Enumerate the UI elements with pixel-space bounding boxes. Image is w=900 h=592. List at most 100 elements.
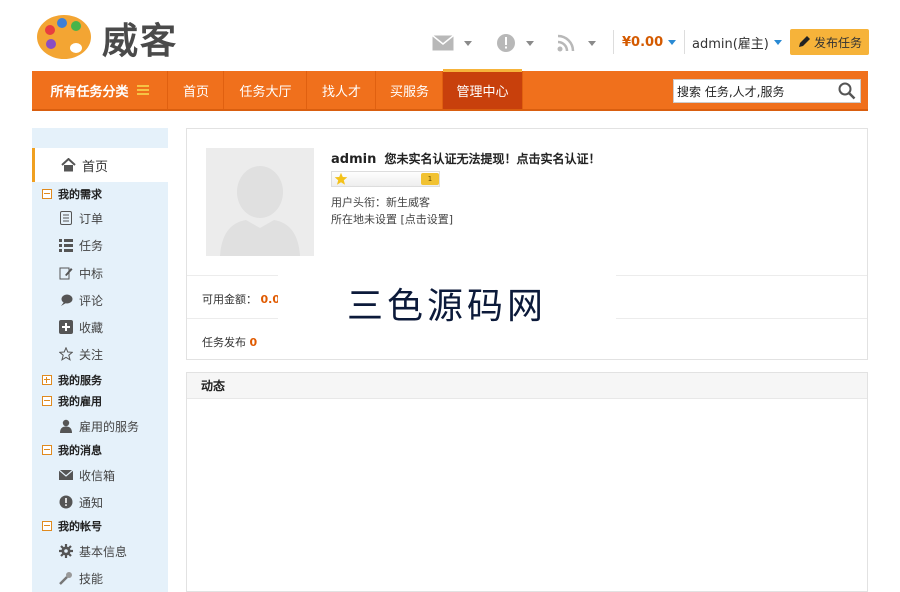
activity-panel [186,372,868,592]
publish-label: 发布任务 [813,35,862,50]
username: admin(雇主) [692,36,769,52]
sidebar: 首页 我的需求 订单 任务 中标 评论 收藏 关注 我的服务 我的雇用 雇用的服… [32,128,168,592]
sidebar-group-my-messages[interactable]: 我的消息 [32,440,168,460]
sidebar-item-comments[interactable]: 评论 [32,288,168,312]
profile-heading: admin 您未实名认证无法提现！点击实名认证！ [331,150,601,167]
sidebar-item-bids[interactable]: 中标 [32,261,168,285]
wrench-icon [59,572,72,585]
envelope-icon [59,469,73,480]
watermark: 三色源码网 [278,268,616,338]
sidebar-group-label: 我的消息 [58,444,102,457]
chevron-down-icon [773,39,782,45]
collapse-icon [42,521,52,531]
balance-display[interactable]: ¥0.00 [613,30,686,54]
alert-icon [497,34,515,52]
mail-menu[interactable] [432,30,472,56]
star-icon [334,172,348,185]
sidebar-item-label: 任务 [79,238,104,253]
sidebar-item-inbox[interactable]: 收信箱 [32,463,168,487]
list-icon [59,239,73,252]
nav-admin-center-label: 管理中心 [456,84,509,100]
sidebar-item-tasks[interactable]: 任务 [32,233,168,257]
balance-label: 可用金额： [202,293,257,306]
profile-username: admin [331,152,377,167]
nav-find-talent-label: 找人才 [321,84,361,100]
star-icon [59,347,73,361]
sidebar-item-skills[interactable]: 技能 [32,566,168,590]
expand-icon [42,375,52,385]
pencil-icon [798,36,810,47]
search-input[interactable] [674,80,834,102]
sidebar-group-my-account[interactable]: 我的帐号 [32,516,168,536]
nav-admin-center[interactable]: 管理中心 [443,69,523,109]
document-icon [60,211,72,225]
sidebar-item-home[interactable]: 首页 [32,148,168,182]
avatar[interactable] [206,148,314,256]
sidebar-item-label: 收藏 [79,320,104,335]
palette-logo-icon [37,15,91,59]
alert-icon [59,495,73,509]
logo-text: 威客 [102,21,179,62]
sidebar-group-label: 我的雇用 [58,395,102,408]
list-icon [136,85,149,95]
nav-all-categories[interactable]: 所有任务分类 [32,71,168,109]
user-menu[interactable]: admin(雇主) [686,30,782,54]
comment-icon [61,294,73,306]
level-badge: 1 [421,173,439,185]
nav-home[interactable]: 首页 [169,71,224,109]
notice-menu[interactable] [496,30,534,56]
sidebar-item-basic-info[interactable]: 基本信息 [32,539,168,563]
sidebar-item-label: 收信箱 [79,468,116,483]
sidebar-group-label: 我的帐号 [58,520,102,533]
sidebar-item-hired-services[interactable]: 雇用的服务 [32,414,168,438]
sidebar-item-label: 首页 [82,159,109,175]
nav-buy-service-label: 买服务 [389,84,429,100]
verify-notice-link[interactable]: 您未实名认证无法提现！点击实名认证！ [385,152,601,166]
site-logo[interactable]: 威客 [36,10,216,62]
rss-menu[interactable] [556,30,596,56]
collapse-icon [42,396,52,406]
sidebar-item-label: 评论 [79,293,104,308]
nav-find-talent[interactable]: 找人才 [308,71,376,109]
collapse-icon [42,189,52,199]
location-text: 所在地未设置 [331,213,397,226]
sidebar-item-orders[interactable]: 订单 [32,206,168,230]
sidebar-group-label: 我的需求 [58,188,102,201]
sidebar-item-label: 关注 [79,347,104,362]
tasks-published-value: 0 [249,336,258,349]
plus-square-icon [59,320,73,334]
chevron-down-icon [588,40,596,46]
sidebar-group-my-services[interactable]: 我的服务 [32,370,168,390]
publish-task-button[interactable]: 发布任务 [790,29,869,55]
sidebar-group-my-hires[interactable]: 我的雇用 [32,391,168,411]
nav-home-label: 首页 [182,84,209,100]
sidebar-group-label: 我的服务 [58,374,102,387]
user-icon [60,419,72,433]
top-header: 威客 ¥0.00 admin(雇主) 发布任务 [0,0,900,70]
chevron-down-icon [464,40,472,46]
activity-title: 动态 [187,373,867,399]
task-stats: 任务发布 0 [202,334,257,350]
chevron-down-icon [668,39,677,45]
nav-task-hall[interactable]: 任务大厅 [225,71,307,109]
set-location-link[interactable]: [点击设置] [401,213,454,226]
sidebar-item-favorites[interactable]: 收藏 [32,315,168,339]
user-location: 所在地未设置 [点击设置] [331,211,453,227]
sidebar-item-label: 雇用的服务 [79,419,140,434]
sidebar-group-my-needs[interactable]: 我的需求 [32,184,168,204]
sidebar-item-follow[interactable]: 关注 [32,342,168,366]
tasks-published-label: 任务发布 [202,336,246,349]
level-bar: 1 [331,171,440,187]
edit-icon [59,267,73,280]
sidebar-item-label: 基本信息 [79,544,128,559]
balance-amount: ¥0.00 [622,34,664,50]
collapse-icon [42,445,52,455]
sidebar-item-label: 订单 [79,211,104,226]
sidebar-item-notifications[interactable]: 通知 [32,490,168,514]
nav-all-categories-label: 所有任务分类 [50,84,129,100]
mail-icon [432,35,454,51]
nav-buy-service[interactable]: 买服务 [377,71,443,109]
search-icon[interactable] [838,82,856,100]
sidebar-item-label: 中标 [79,266,104,281]
sidebar-top [32,128,168,146]
